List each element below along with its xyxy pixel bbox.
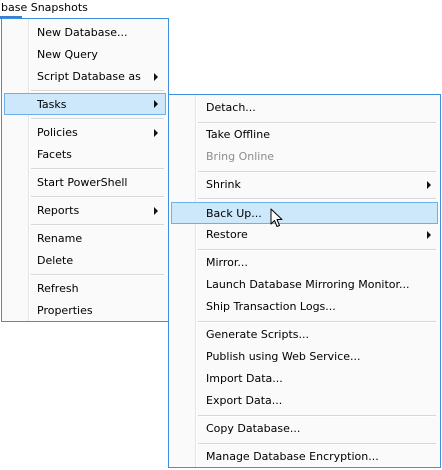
submenu-item-ship-transaction-logs[interactable]: Ship Transaction Logs... xyxy=(171,296,438,318)
menu-separator xyxy=(31,90,164,92)
menu-item-facets[interactable]: Facets xyxy=(4,144,166,166)
menu-item-label: Import Data... xyxy=(206,372,283,385)
menu-separator xyxy=(31,224,164,226)
submenu-item-copy-database[interactable]: Copy Database... xyxy=(171,418,438,440)
menu-item-new-query[interactable]: New Query xyxy=(4,44,166,66)
menu-item-label: New Database... xyxy=(37,26,128,39)
submenu-item-back-up[interactable]: Back Up... xyxy=(171,202,438,224)
submenu-item-restore[interactable]: Restore xyxy=(171,224,438,246)
menu-separator xyxy=(31,196,164,198)
menu-item-properties[interactable]: Properties xyxy=(4,300,166,322)
context-menu: New Database... New Query Script Databas… xyxy=(1,18,169,322)
menu-item-script-database-as[interactable]: Script Database as xyxy=(4,66,166,88)
menu-separator xyxy=(198,415,436,417)
submenu-item-import-data[interactable]: Import Data... xyxy=(171,368,438,390)
mouse-pointer-icon xyxy=(270,208,283,227)
submenu-arrow-icon xyxy=(154,73,158,81)
menu-item-label: Back Up... xyxy=(206,207,262,220)
submenu-item-launch-mirroring-monitor[interactable]: Launch Database Mirroring Monitor... xyxy=(171,274,438,296)
menu-item-label: Detach... xyxy=(206,101,256,114)
menu-separator xyxy=(31,274,164,276)
submenu-arrow-icon xyxy=(427,181,431,189)
menu-item-label: Publish using Web Service... xyxy=(206,350,361,363)
submenu-arrow-icon xyxy=(154,100,158,108)
submenu-item-generate-scripts[interactable]: Generate Scripts... xyxy=(171,324,438,346)
menu-item-label: Script Database as xyxy=(37,70,141,83)
submenu-arrow-icon xyxy=(154,207,158,215)
menu-item-label: Launch Database Mirroring Monitor... xyxy=(206,278,410,291)
menu-item-label: Manage Database Encryption... xyxy=(206,450,379,463)
menu-item-refresh[interactable]: Refresh xyxy=(4,278,166,300)
menu-item-start-powershell[interactable]: Start PowerShell xyxy=(4,172,166,194)
menu-item-label: Policies xyxy=(37,126,78,139)
submenu-item-mirror[interactable]: Mirror... xyxy=(171,252,438,274)
tasks-submenu: Detach... Take Offline Bring Online Shri… xyxy=(168,94,441,468)
menu-item-label: Shrink xyxy=(206,178,241,191)
menu-item-new-database[interactable]: New Database... xyxy=(4,22,166,44)
menu-item-label: Reports xyxy=(37,204,80,217)
menu-item-label: Facets xyxy=(37,148,72,161)
menu-item-label: New Query xyxy=(37,48,98,61)
menu-item-policies[interactable]: Policies xyxy=(4,122,166,144)
menu-item-label: Start PowerShell xyxy=(37,176,128,189)
menu-item-delete[interactable]: Delete xyxy=(4,250,166,272)
submenu-arrow-icon xyxy=(427,231,431,239)
menu-item-label: Bring Online xyxy=(206,150,275,163)
submenu-item-manage-encryption[interactable]: Manage Database Encryption... xyxy=(171,446,438,468)
submenu-item-shrink[interactable]: Shrink xyxy=(171,174,438,196)
submenu-item-bring-online[interactable]: Bring Online xyxy=(171,146,438,168)
menu-item-label: Mirror... xyxy=(206,256,248,269)
menu-item-label: Rename xyxy=(37,232,83,245)
menu-item-label: Restore xyxy=(206,228,248,241)
menu-separator xyxy=(31,168,164,170)
menu-separator xyxy=(31,118,164,120)
menu-item-label: Generate Scripts... xyxy=(206,328,309,341)
menu-item-label: Tasks xyxy=(37,98,67,111)
menu-item-label: Ship Transaction Logs... xyxy=(206,300,336,313)
menu-item-label: Take Offline xyxy=(206,128,270,141)
menu-item-rename[interactable]: Rename xyxy=(4,228,166,250)
submenu-item-detach[interactable]: Detach... xyxy=(171,97,438,119)
menu-item-label: Refresh xyxy=(37,282,79,295)
menu-separator xyxy=(198,443,436,445)
menu-item-tasks[interactable]: Tasks xyxy=(4,93,166,115)
submenu-item-take-offline[interactable]: Take Offline xyxy=(171,124,438,146)
menu-separator xyxy=(198,321,436,323)
menu-separator xyxy=(198,249,436,251)
submenu-item-export-data[interactable]: Export Data... xyxy=(171,390,438,412)
screen: base Snapshots New Database... New Query… xyxy=(0,0,442,470)
menu-item-label: Copy Database... xyxy=(206,422,301,435)
menu-item-label: Properties xyxy=(37,304,93,317)
tree-node-label: base Snapshots xyxy=(1,1,88,14)
menu-separator xyxy=(198,198,436,200)
submenu-item-publish-web-service[interactable]: Publish using Web Service... xyxy=(171,346,438,368)
submenu-arrow-icon xyxy=(154,129,158,137)
menu-separator xyxy=(198,171,436,173)
menu-item-label: Export Data... xyxy=(206,394,283,407)
menu-item-reports[interactable]: Reports xyxy=(4,200,166,222)
menu-item-label: Delete xyxy=(37,254,74,267)
